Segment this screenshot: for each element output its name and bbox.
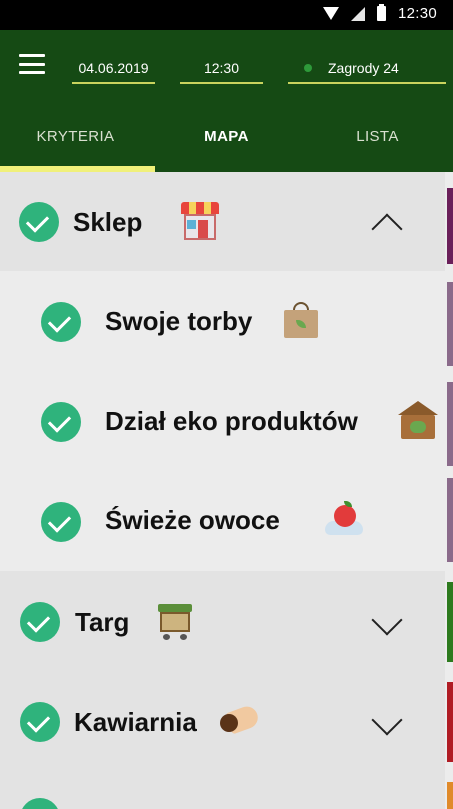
check-icon[interactable] <box>19 202 59 242</box>
category-row-sklep[interactable]: Sklep <box>0 172 445 271</box>
status-time: 12:30 <box>397 5 437 22</box>
time-field[interactable]: 12:30 <box>180 54 263 84</box>
check-icon[interactable] <box>20 702 60 742</box>
list-item-dzial-eko[interactable]: Dział eko produktów <box>0 371 445 471</box>
location-text: Zagrody 24 <box>328 60 399 76</box>
shop-icon <box>181 202 219 240</box>
coffee-icon <box>220 703 262 735</box>
criteria-list: Sklep Swoje torby Dział eko produktów Św… <box>0 172 453 809</box>
item-color-bar <box>447 282 453 366</box>
list-item-swoje-torby[interactable]: Swoje torby <box>0 271 445 371</box>
menu-icon[interactable] <box>19 54 45 74</box>
category-label: Sklep <box>73 207 143 237</box>
category-label: Kawiarnia <box>74 707 197 737</box>
wifi-icon <box>322 7 339 20</box>
app-bar: 04.06.2019 12:30 Zagrody 24 KRYTERIA MAP… <box>0 30 453 172</box>
check-icon[interactable] <box>20 798 60 809</box>
eco-box-icon <box>398 401 438 441</box>
location-dot-icon <box>304 64 312 72</box>
category-color-bar <box>447 682 453 762</box>
tab-kryteria[interactable]: KRYTERIA <box>0 100 151 172</box>
check-icon[interactable] <box>41 402 81 442</box>
tab-bar: KRYTERIA MAPA LISTA <box>0 100 453 172</box>
check-icon[interactable] <box>41 502 81 542</box>
item-color-bar <box>447 382 453 466</box>
category-color-bar <box>447 582 453 662</box>
apple-in-hand-icon <box>325 501 363 537</box>
category-label: Targ <box>75 607 130 637</box>
date-field[interactable]: 04.06.2019 <box>72 54 155 84</box>
check-icon[interactable] <box>41 302 81 342</box>
chevron-up-icon[interactable] <box>371 213 403 245</box>
chevron-down-icon[interactable] <box>371 604 403 636</box>
chevron-down-icon[interactable] <box>371 704 403 736</box>
location-field[interactable]: Zagrody 24 <box>288 54 446 84</box>
list-item-swieze-owoce[interactable]: Świeże owoce <box>0 471 445 571</box>
item-label: Dział eko produktów <box>105 406 358 436</box>
bag-icon <box>284 302 318 338</box>
check-icon[interactable] <box>20 602 60 642</box>
tab-lista[interactable]: LISTA <box>302 100 453 172</box>
category-row-next[interactable] <box>0 771 445 809</box>
category-color-bar <box>447 188 453 264</box>
battery-icon <box>376 4 386 21</box>
item-label: Świeże owoce <box>105 505 280 535</box>
market-stall-icon <box>158 604 192 640</box>
category-color-bar <box>447 782 453 809</box>
item-label: Swoje torby <box>105 306 253 336</box>
signal-icon <box>350 6 365 21</box>
tab-mapa[interactable]: MAPA <box>151 100 302 172</box>
category-row-targ[interactable]: Targ <box>0 571 445 671</box>
status-bar: 12:30 <box>0 0 453 30</box>
category-row-kawiarnia[interactable]: Kawiarnia <box>0 671 445 771</box>
item-color-bar <box>447 478 453 562</box>
